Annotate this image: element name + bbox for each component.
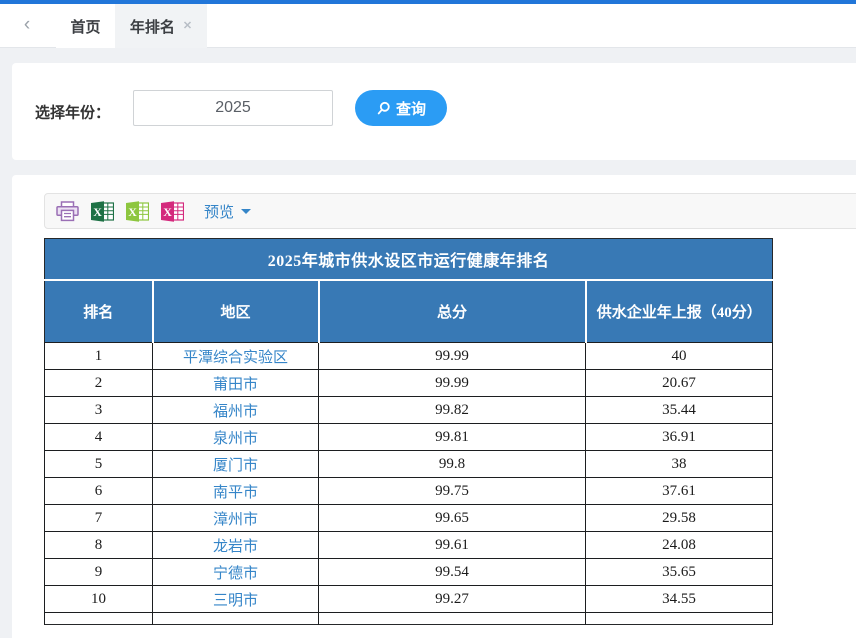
tab-home-label: 首页 bbox=[70, 16, 100, 37]
table-row: 6 南平市 99.75 37.61 bbox=[45, 478, 773, 505]
table-row: 3 福州市 99.82 35.44 bbox=[45, 397, 773, 424]
tab-home[interactable]: 首页 bbox=[56, 4, 115, 48]
table-row: 2 莆田市 99.99 20.67 bbox=[45, 370, 773, 397]
filter-panel: 选择年份： 查询 bbox=[12, 63, 856, 160]
table-row: 4 泉州市 99.81 36.91 bbox=[45, 424, 773, 451]
report-cell: 34.55 bbox=[586, 586, 773, 613]
tab-bar: ‹ 首页 年排名 ✕ bbox=[0, 4, 856, 48]
content-panel: X X X 预览 bbox=[12, 175, 856, 638]
rank-cell: 2 bbox=[45, 370, 153, 397]
region-link[interactable]: 宁德市 bbox=[153, 559, 319, 586]
ranking-table: 2025年城市供水设区市运行健康年排名 排名 地区 总分 供水企业年上报（40分… bbox=[44, 238, 773, 625]
score-cell: 99.8 bbox=[319, 451, 586, 478]
excel-export-pink-icon: X bbox=[161, 201, 184, 222]
excel-export-lime-icon: X bbox=[126, 201, 149, 222]
region-link[interactable]: 福州市 bbox=[153, 397, 319, 424]
export-toolbar: X X X 预览 bbox=[44, 193, 856, 229]
region-link[interactable]: 泉州市 bbox=[153, 424, 319, 451]
report-cell: 29.58 bbox=[586, 505, 773, 532]
report-cell: 38 bbox=[586, 451, 773, 478]
preview-dropdown-label: 预览 bbox=[204, 201, 234, 222]
search-button-label: 查询 bbox=[396, 98, 426, 119]
column-header-report: 供水企业年上报（40分） bbox=[586, 280, 773, 343]
score-cell: 99.65 bbox=[319, 505, 586, 532]
score-cell bbox=[319, 613, 586, 625]
rank-cell: 5 bbox=[45, 451, 153, 478]
excel-export-pink-button[interactable]: X bbox=[160, 200, 184, 222]
rank-cell: 3 bbox=[45, 397, 153, 424]
tab-close-icon[interactable]: ✕ bbox=[183, 21, 192, 32]
region-cell bbox=[153, 613, 319, 625]
year-select-label: 选择年份： bbox=[35, 101, 110, 122]
svg-text:X: X bbox=[163, 204, 172, 218]
report-cell: 35.44 bbox=[586, 397, 773, 424]
svg-text:X: X bbox=[93, 204, 102, 218]
rank-cell: 9 bbox=[45, 559, 153, 586]
column-header-score: 总分 bbox=[319, 280, 586, 343]
search-icon bbox=[376, 101, 391, 116]
score-cell: 99.75 bbox=[319, 478, 586, 505]
report-cell bbox=[586, 613, 773, 625]
score-cell: 99.99 bbox=[319, 370, 586, 397]
region-link[interactable]: 三明市 bbox=[153, 586, 319, 613]
table-row: 5 厦门市 99.8 38 bbox=[45, 451, 773, 478]
report-cell: 35.65 bbox=[586, 559, 773, 586]
search-button[interactable]: 查询 bbox=[355, 90, 447, 126]
table-row: 9 宁德市 99.54 35.65 bbox=[45, 559, 773, 586]
partial-row-container bbox=[45, 613, 773, 625]
region-link[interactable]: 南平市 bbox=[153, 478, 319, 505]
table-row: 8 龙岩市 99.61 24.08 bbox=[45, 532, 773, 559]
region-link[interactable]: 漳州市 bbox=[153, 505, 319, 532]
table-row: 1 平潭综合实验区 99.99 40 bbox=[45, 343, 773, 370]
report-cell: 36.91 bbox=[586, 424, 773, 451]
rank-cell bbox=[45, 613, 153, 625]
score-cell: 99.99 bbox=[319, 343, 586, 370]
chevron-down-icon bbox=[241, 209, 251, 219]
rank-cell: 7 bbox=[45, 505, 153, 532]
table-title: 2025年城市供水设区市运行健康年排名 bbox=[45, 239, 773, 280]
score-cell: 99.81 bbox=[319, 424, 586, 451]
region-link[interactable]: 龙岩市 bbox=[153, 532, 319, 559]
table-row: 10 三明市 99.27 34.55 bbox=[45, 586, 773, 613]
tabs-back-chevron-icon[interactable]: ‹ bbox=[14, 4, 40, 48]
region-link[interactable]: 莆田市 bbox=[153, 370, 319, 397]
score-cell: 99.82 bbox=[319, 397, 586, 424]
column-header-rank: 排名 bbox=[45, 280, 153, 343]
tab-year-ranking-label: 年排名 bbox=[130, 16, 175, 37]
rank-cell: 10 bbox=[45, 586, 153, 613]
score-cell: 99.27 bbox=[319, 586, 586, 613]
report-cell: 24.08 bbox=[586, 532, 773, 559]
score-cell: 99.61 bbox=[319, 532, 586, 559]
column-header-region: 地区 bbox=[153, 280, 319, 343]
print-button[interactable] bbox=[55, 200, 79, 222]
excel-export-green-icon: X bbox=[91, 201, 114, 222]
region-link[interactable]: 平潭综合实验区 bbox=[153, 343, 319, 370]
excel-export-lime-button[interactable]: X bbox=[125, 200, 149, 222]
print-icon bbox=[56, 201, 79, 222]
rank-cell: 4 bbox=[45, 424, 153, 451]
tab-year-ranking[interactable]: 年排名 ✕ bbox=[115, 4, 207, 48]
rank-cell: 6 bbox=[45, 478, 153, 505]
preview-dropdown[interactable]: 预览 bbox=[204, 201, 251, 222]
table-row: 7 漳州市 99.65 29.58 bbox=[45, 505, 773, 532]
excel-export-green-button[interactable]: X bbox=[90, 200, 114, 222]
rank-cell: 8 bbox=[45, 532, 153, 559]
report-cell: 37.61 bbox=[586, 478, 773, 505]
year-input[interactable] bbox=[133, 90, 333, 126]
table-row-partial bbox=[45, 613, 773, 625]
region-link[interactable]: 厦门市 bbox=[153, 451, 319, 478]
app-window: ‹ 首页 年排名 ✕ 选择年份： 查询 bbox=[0, 0, 856, 638]
svg-text:X: X bbox=[128, 204, 137, 218]
score-cell: 99.54 bbox=[319, 559, 586, 586]
rank-cell: 1 bbox=[45, 343, 153, 370]
report-cell: 40 bbox=[586, 343, 773, 370]
table-body: 1 平潭综合实验区 99.99 40 2 莆田市 99.99 20.67 3 bbox=[45, 343, 773, 613]
report-cell: 20.67 bbox=[586, 370, 773, 397]
